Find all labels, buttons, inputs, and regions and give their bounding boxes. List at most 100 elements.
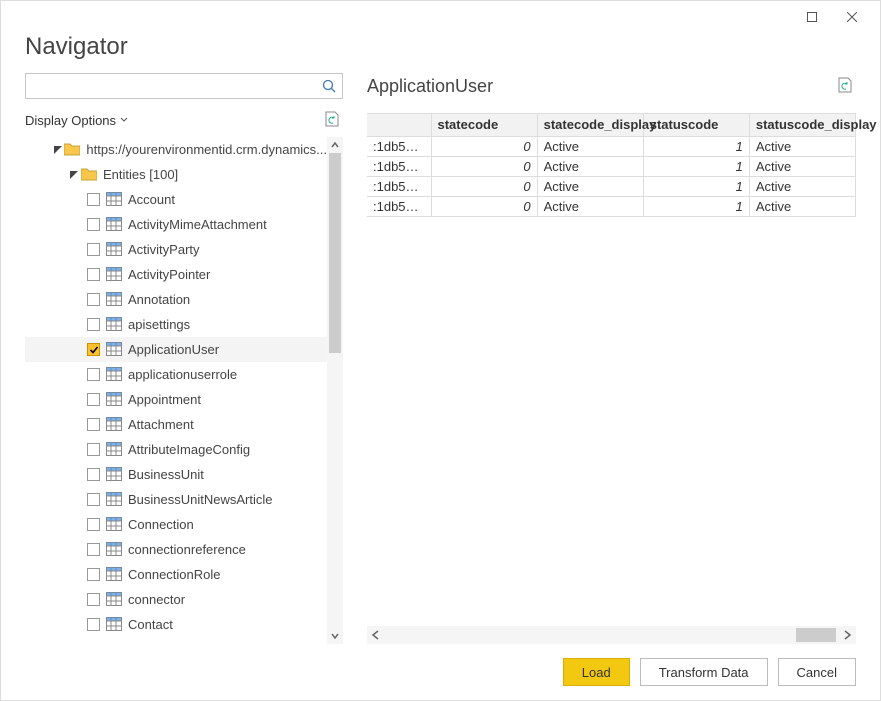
table-row[interactable]: :1db516670Active1Active [367,176,856,196]
checkbox[interactable] [87,568,100,581]
tree-root[interactable]: https://yourenvironmentid.crm.dynamics..… [25,137,327,162]
cell: 0 [431,176,537,196]
tree-item[interactable]: apisettings [25,312,327,337]
tree-entities[interactable]: Entities [100] [25,162,327,187]
table-icon [106,392,122,408]
cell: Active [749,176,855,196]
table-row[interactable]: :1db516670Active1Active [367,156,856,176]
checkbox[interactable] [87,418,100,431]
tree-item[interactable]: applicationuserrole [25,362,327,387]
display-options-label: Display Options [25,113,116,128]
cell: :1db51667 [367,196,431,216]
tree-item-label: Appointment [128,392,201,407]
checkbox[interactable] [87,493,100,506]
checkbox[interactable] [87,243,100,256]
tree-item-label: BusinessUnitNewsArticle [128,492,273,507]
close-icon [847,12,857,22]
cell: :1db51667 [367,136,431,156]
expander-icon[interactable] [69,170,79,180]
checkbox[interactable] [87,193,100,206]
column-header[interactable]: statuscode [643,114,749,136]
search-icon[interactable] [316,79,342,93]
load-button[interactable]: Load [563,658,630,686]
cell: :1db51667 [367,176,431,196]
cell: 0 [431,136,537,156]
tree-item[interactable]: connectionreference [25,537,327,562]
tree-item[interactable]: ActivityMimeAttachment [25,212,327,237]
checkbox[interactable] [87,368,100,381]
maximize-button[interactable] [792,3,832,31]
cell: Active [537,196,643,216]
data-table[interactable]: statecodestatecode_displaystatuscodestat… [367,114,856,217]
tree-item[interactable]: ApplicationUser [25,337,327,362]
scroll-left-icon[interactable] [367,626,385,644]
checkbox[interactable] [87,518,100,531]
scroll-up-icon[interactable] [327,137,343,153]
tree-item-label: apisettings [128,317,190,332]
tree-item[interactable]: AttributeImageConfig [25,437,327,462]
tree-item[interactable]: Appointment [25,387,327,412]
close-button[interactable] [832,3,872,31]
tree-item-label: Connection [128,517,194,532]
refresh-icon[interactable] [323,110,343,130]
table-icon [106,367,122,383]
table-icon [106,417,122,433]
display-options-dropdown[interactable]: Display Options [25,113,128,128]
footer: Load Transform Data Cancel [1,644,880,700]
tree-item-label: Attachment [128,417,194,432]
scroll-right-icon[interactable] [838,626,856,644]
scroll-thumb[interactable] [329,153,341,353]
tree-item[interactable]: Annotation [25,287,327,312]
table-icon [106,542,122,558]
table-icon [106,492,122,508]
column-header[interactable]: statuscode_display [749,114,855,136]
cancel-button[interactable]: Cancel [778,658,856,686]
column-header[interactable]: statecode [431,114,537,136]
transform-data-button[interactable]: Transform Data [640,658,768,686]
tree-item-label: ActivityMimeAttachment [128,217,267,232]
tree-item[interactable]: Connection [25,512,327,537]
vertical-scrollbar[interactable] [327,137,343,644]
entity-tree[interactable]: https://yourenvironmentid.crm.dynamics..… [25,137,327,644]
table-icon [106,467,122,483]
navigator-window: Navigator Display Options [0,0,881,701]
tree-item[interactable]: Attachment [25,412,327,437]
tree-item[interactable]: ActivityPointer [25,262,327,287]
checkbox[interactable] [87,343,100,356]
checkbox[interactable] [87,468,100,481]
checkbox[interactable] [87,593,100,606]
checkbox[interactable] [87,218,100,231]
table-icon [106,342,122,358]
tree-item[interactable]: Contact [25,612,327,637]
tree-item[interactable]: BusinessUnit [25,462,327,487]
checkbox[interactable] [87,543,100,556]
horizontal-scrollbar[interactable] [367,626,856,644]
checkbox[interactable] [87,618,100,631]
search-box[interactable] [25,73,343,99]
tree-item[interactable]: ActivityParty [25,237,327,262]
tree-item[interactable]: ConnectionRole [25,562,327,587]
table-icon [106,292,122,308]
checkbox[interactable] [87,443,100,456]
table-icon [106,267,122,283]
table-row[interactable]: :1db516670Active1Active [367,136,856,156]
checkbox[interactable] [87,293,100,306]
tree-item[interactable]: connector [25,587,327,612]
tree-item[interactable]: Account [25,187,327,212]
column-header[interactable] [367,114,431,136]
hscroll-thumb[interactable] [796,628,836,642]
checkbox[interactable] [87,318,100,331]
table-row[interactable]: :1db516670Active1Active [367,196,856,216]
checkbox[interactable] [87,393,100,406]
search-input[interactable] [26,75,316,97]
cell: 0 [431,196,537,216]
cell: 1 [643,176,749,196]
tree-item[interactable]: BusinessUnitNewsArticle [25,487,327,512]
table-icon [106,592,122,608]
scroll-down-icon[interactable] [327,628,343,644]
add-column-icon[interactable] [836,76,856,96]
expander-icon[interactable] [53,145,62,155]
column-header[interactable]: statecode_display [537,114,643,136]
cell: 1 [643,156,749,176]
checkbox[interactable] [87,268,100,281]
